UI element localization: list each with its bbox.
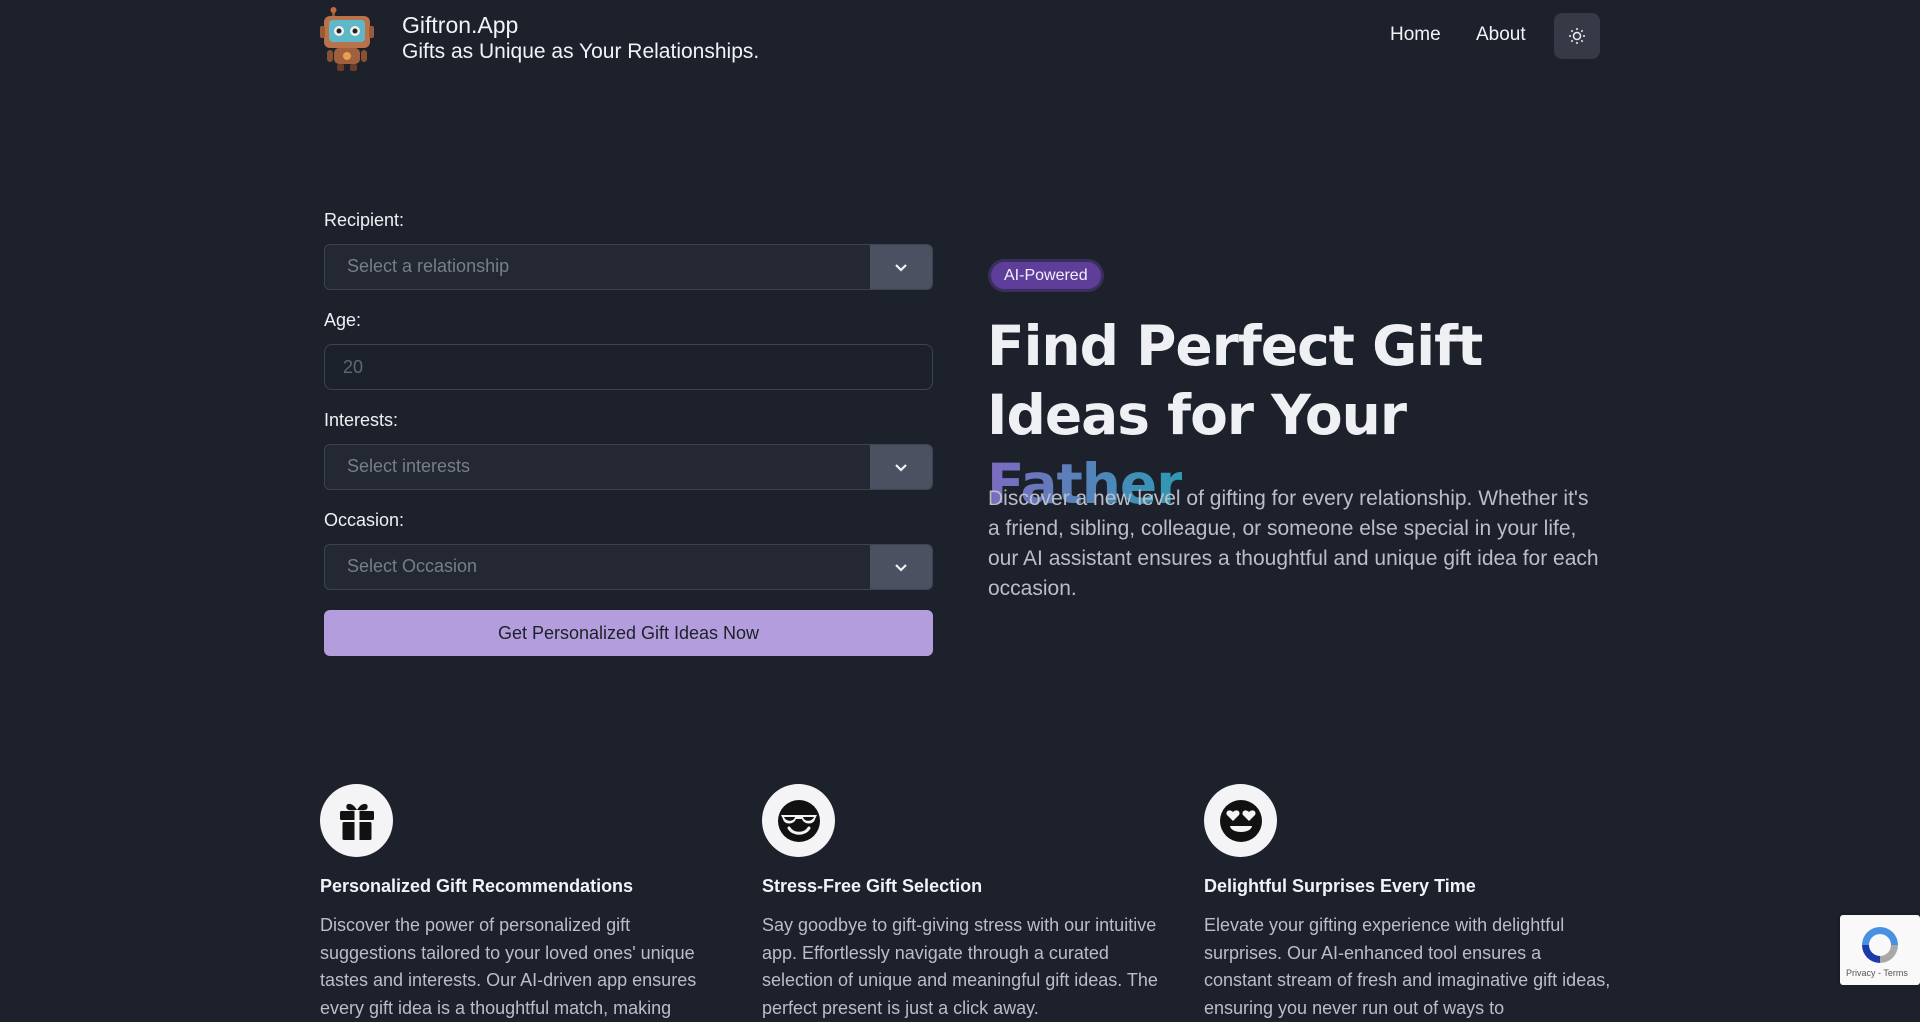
brand-tagline: Gifts as Unique as Your Relationships. <box>402 40 760 63</box>
chevron-down-icon <box>895 464 907 472</box>
theme-toggle-button[interactable] <box>1554 13 1600 59</box>
ai-powered-badge: AI-Powered <box>988 259 1104 292</box>
interests-label: Interests: <box>324 410 399 430</box>
sunglasses-smile-icon <box>762 784 835 857</box>
brand-title[interactable]: Giftron.App <box>402 12 518 39</box>
robot-logo-icon[interactable] <box>318 6 376 72</box>
hero-description: Discover a new level of gifting for ever… <box>988 487 1599 600</box>
feature-title: Personalized Gift Recommendations <box>320 876 634 896</box>
chevron-down-icon <box>895 564 907 572</box>
feature-title: Delightful Surprises Every Time <box>1204 876 1476 896</box>
age-field[interactable] <box>324 344 933 390</box>
feature-card: Stress-Free Gift Selection Say goodbye t… <box>762 784 1172 1022</box>
recipient-dropdown-button[interactable] <box>870 245 932 289</box>
recaptcha-badge[interactable]: Privacy - Terms <box>1840 915 1920 985</box>
recaptcha-links[interactable]: Privacy - Terms <box>1846 968 1908 978</box>
nav-about-link[interactable]: About <box>1476 24 1526 46</box>
hero-title-prefix: Find Perfect Gift Ideas for Your <box>987 314 1483 447</box>
chevron-down-icon <box>895 264 907 272</box>
feature-title: Stress-Free Gift Selection <box>762 876 983 896</box>
feature-description: Say goodbye to gift-giving stress with o… <box>762 915 1158 1018</box>
occasion-select[interactable]: Select Occasion <box>324 544 933 590</box>
feature-description: Discover the power of personalized gift … <box>320 915 697 1018</box>
get-gift-ideas-button[interactable]: Get Personalized Gift Ideas Now <box>324 610 933 656</box>
recipient-select[interactable]: Select a relationship <box>324 244 933 290</box>
recipient-label: Recipient: <box>324 210 405 230</box>
header: Giftron.App Gifts as Unique as Your Rela… <box>0 0 1920 80</box>
interests-dropdown-button[interactable] <box>870 445 932 489</box>
recaptcha-icon <box>1862 927 1898 963</box>
age-label: Age: <box>324 310 362 330</box>
occasion-label: Occasion: <box>324 510 405 530</box>
feature-card: Personalized Gift Recommendations Discov… <box>320 784 730 1022</box>
gift-icon <box>320 784 393 857</box>
occasion-dropdown-button[interactable] <box>870 545 932 589</box>
recipient-select-placeholder: Select a relationship <box>347 256 510 276</box>
feature-card: Delightful Surprises Every Time Elevate … <box>1204 784 1614 1022</box>
nav-home-link[interactable]: Home <box>1390 24 1441 46</box>
occasion-select-placeholder: Select Occasion <box>347 556 478 576</box>
feature-description: Elevate your gifting experience with del… <box>1204 915 1611 1018</box>
age-input[interactable] <box>325 345 932 389</box>
interests-select-placeholder: Select interests <box>347 456 471 476</box>
heart-eyes-icon <box>1204 784 1277 857</box>
interests-select[interactable]: Select interests <box>324 444 933 490</box>
sun-icon <box>1569 28 1585 44</box>
